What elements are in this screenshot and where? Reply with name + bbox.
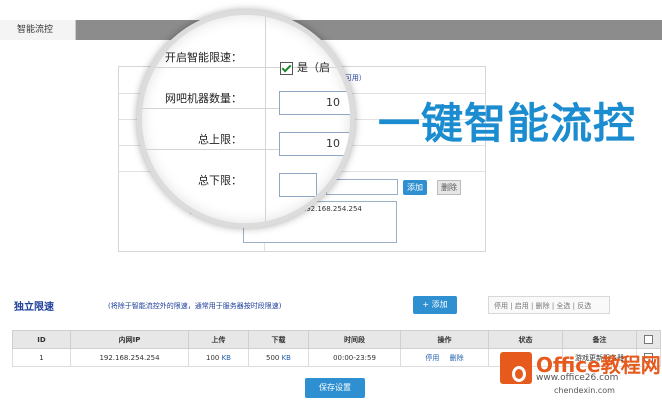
enable-label: 开启智能限速： — [165, 51, 242, 64]
upload-unit: KB — [221, 353, 231, 362]
magnifier: 开启智能限速： 是（启 网吧机器数量： 10 总上限： 10 总下限： — [137, 10, 355, 228]
download-unit: KB — [281, 353, 291, 362]
save-settings-button[interactable]: 保存设置 — [305, 378, 365, 398]
tab-smart-flow-control[interactable]: 智能流控 — [0, 20, 76, 40]
header-ip: 内网IP — [70, 330, 189, 349]
upload-value: 100 — [205, 353, 220, 362]
cell-ip: 192.168.254.254 — [70, 348, 189, 367]
magnifier-row-lower: 总下限： — [142, 150, 350, 190]
machines-label: 网吧机器数量： — [165, 92, 242, 105]
header-upload: 上传 — [188, 330, 249, 349]
select-all-checkbox[interactable] — [644, 335, 653, 344]
header-download: 下载 — [248, 330, 309, 349]
cell-operations: 停用 删除 — [400, 348, 489, 367]
independent-limit-note: (将除于智能流控外的限速，通常用于服务器按时段限速) — [108, 302, 282, 310]
cell-upload: 100 KB — [188, 348, 249, 367]
header-time: 时间段 — [308, 330, 401, 349]
office-logo-icon — [500, 352, 532, 384]
independent-limit-title: 独立限速 — [14, 302, 54, 313]
add-range-button[interactable]: 添加 — [403, 180, 427, 195]
watermark-logo: Office教程网 www.office26.com chendexin.com — [496, 346, 662, 401]
header-id: ID — [12, 330, 71, 349]
download-value: 500 — [265, 353, 280, 362]
header-operations: 操作 — [400, 330, 489, 349]
watermark-url: www.office26.com — [536, 373, 619, 383]
bulk-actions[interactable]: 停用 | 启用 | 删除 | 全选 | 反选 — [488, 296, 610, 314]
cell-id: 1 — [12, 348, 71, 367]
upper-limit-label: 总上限： — [198, 133, 242, 146]
delete-range-button[interactable]: 删除 — [437, 180, 461, 195]
delete-link[interactable]: 删除 — [450, 354, 464, 362]
cell-time: 00:00-23:59 — [308, 348, 401, 367]
disable-link[interactable]: 停用 — [425, 354, 439, 362]
watermark-url-secondary: chendexin.com — [554, 386, 615, 395]
cell-download: 500 KB — [248, 348, 309, 367]
slogan-heading: 一键智能流控 — [378, 99, 637, 148]
add-rule-button[interactable]: + 添加 — [413, 296, 457, 314]
office-logo-ring-icon — [512, 366, 526, 382]
lower-limit-label: 总下限： — [198, 174, 242, 187]
lower-limit-input[interactable] — [279, 173, 317, 197]
